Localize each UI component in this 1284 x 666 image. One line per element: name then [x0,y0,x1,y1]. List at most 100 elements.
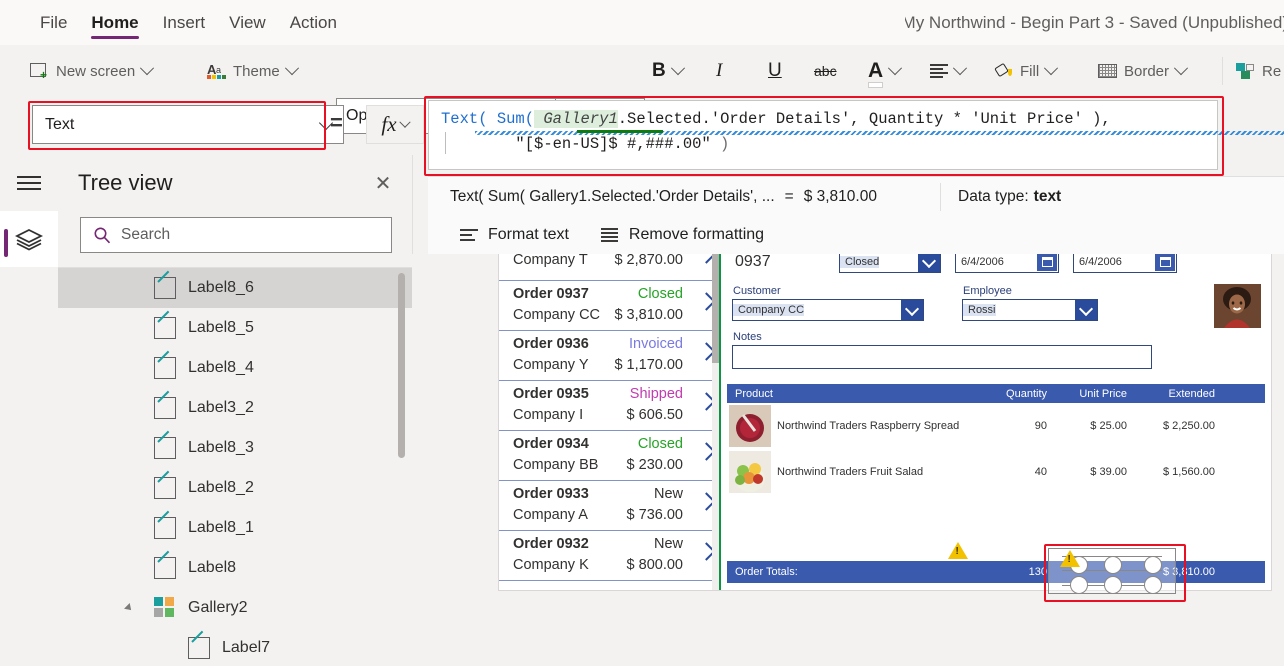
employee-dropdown[interactable]: Rossi [962,299,1098,321]
close-icon[interactable]: ✕ [368,168,398,198]
rail-item-tree-view[interactable] [0,211,58,267]
status-value: Closed [840,256,880,268]
app-title-wrap: My Northwind - Begin Part 3 - Saved (Unp… [905,0,1284,45]
ship-date-value: 6/4/2006 [1079,256,1122,268]
formula-result-right: Data type: text [958,177,1061,217]
fx-button[interactable]: fx [366,105,424,144]
gallery-amount: $ 800.00 [626,557,683,573]
gallery-company: Company T [513,254,588,268]
result-divider [940,183,941,211]
format-toolbar: Format text Remove formatting [428,216,1284,255]
strikethrough-button[interactable]: abc [814,45,837,97]
gallery-item-order-0938[interactable]: Order 0938Company T$ 2,870.00 [499,254,721,281]
gallery-scrollbar[interactable] [712,254,719,590]
label-icon [154,477,176,499]
formula-result-left: Text( Sum( Gallery1.Selected.'Order Deta… [450,177,877,217]
table-row[interactable]: Northwind Traders Raspberry Spread 90 $ 25… [727,403,1265,449]
menu-item-view[interactable]: View [229,0,266,45]
formula-caret [445,132,446,154]
property-select[interactable]: Text [32,105,344,144]
tree-item-label8_6[interactable]: Label8_6 [58,268,412,308]
customer-dropdown[interactable]: Company CC [732,299,924,321]
tree-item-label3_2[interactable]: Label3_2 [58,388,412,428]
formula-bar[interactable]: Text( Sum( Gallery1.Selected.'Order Deta… [428,100,1284,170]
expander-icon[interactable] [124,603,134,613]
chevron-down-icon [918,254,940,272]
resize-handle-bottom-left[interactable] [1070,576,1088,594]
tree-item-label8_4[interactable]: Label8_4 [58,348,412,388]
bold-button[interactable]: B [652,45,685,97]
formula-line1-rest: .Selected.'Order Details', Quantity * 'U… [617,110,1111,128]
reorder-button[interactable]: Re [1236,45,1281,97]
result-value: $ 3,810.00 [803,188,877,205]
menu-item-file[interactable]: File [40,0,67,45]
property-select-value: Text [45,115,75,133]
order-date-field[interactable]: 6/4/2006 [955,254,1059,273]
search-input[interactable]: Search [80,217,392,253]
order-date-value: 6/4/2006 [961,256,1004,268]
tree-item-label: Label8_1 [188,519,254,536]
resize-handle-top-right[interactable] [1144,556,1162,574]
totals-label: Order Totals: [735,566,798,578]
resize-handle-bottom-right[interactable] [1144,576,1162,594]
gallery-item-order-0934[interactable]: Order 0934 Company BB Closed $ 230.00 [499,431,721,481]
table-body: Northwind Traders Raspberry Spread 90 $ 25… [727,403,1265,495]
label-icon [154,317,176,339]
label-icon [154,437,176,459]
ribbon-divider [1222,57,1223,85]
menu-item-home[interactable]: Home [91,0,139,45]
theme-icon: A a [207,62,226,80]
gallery-item-order-0936[interactable]: Order 0936 Company Y Invoiced $ 1,170.00 [499,331,721,381]
theme-button[interactable]: A a Theme [207,45,299,97]
font-color-button[interactable]: A [868,45,903,97]
gallery-item-order-0935[interactable]: Order 0935 Company I Shipped $ 606.50 [499,381,721,431]
chevron-down-icon [670,61,685,76]
ship-date-field[interactable]: 6/4/2006 [1073,254,1177,273]
chevron-down-icon [398,116,411,128]
notes-input[interactable] [732,345,1152,369]
menu-item-action[interactable]: Action [290,0,337,45]
gallery-item-order-0937[interactable]: Order 0937 Company CC Closed $ 3,810.00 [499,281,721,331]
gallery-status: Closed [637,436,683,452]
new-screen-label: New screen [56,62,136,80]
tree-item-label8_5[interactable]: Label8_5 [58,308,412,348]
gallery-status: Closed [637,286,683,302]
format-text-button[interactable]: Format text [460,226,569,244]
menu-item-insert[interactable]: Insert [163,0,206,45]
label-icon [154,397,176,419]
gallery-amount: $ 230.00 [626,457,683,473]
new-screen-button[interactable]: + New screen [30,45,155,97]
label-icon [154,517,176,539]
remove-formatting-button[interactable]: Remove formatting [600,226,764,244]
table-row[interactable]: Northwind Traders Fruit Salad 40 $ 39.00 $ … [727,449,1265,495]
formula-line2-format: "[$-en-US]$ #,###.00" [441,135,721,153]
data-type-label: Data type: [958,188,1029,205]
column-quantity: Quantity [1006,388,1047,400]
gallery-item-order-0933[interactable]: Order 0933 Company A New $ 736.00 [499,481,721,531]
tree-item-label8_1[interactable]: Label8_1 [58,508,412,548]
underline-button[interactable]: U [768,45,782,97]
resize-handle-bottom-center[interactable] [1104,576,1122,594]
search-icon [94,227,111,244]
italic-button[interactable]: I [716,45,722,97]
tree-item-gallery2[interactable]: Gallery2 [58,588,412,628]
resize-handle-top-center[interactable] [1104,556,1122,574]
app-canvas: Order 0938Company T$ 2,870.00Order 0937C… [412,254,1284,666]
status-dropdown[interactable]: Closed [839,254,941,273]
tree-item-label8_3[interactable]: Label8_3 [58,428,412,468]
product-unit-price: $ 25.00 [1090,420,1127,432]
tree-item-label8[interactable]: Label8 [58,548,412,588]
align-button[interactable] [930,45,968,97]
tree-item-label: Gallery2 [188,599,248,616]
tree-item-label7[interactable]: Label7 [58,628,412,666]
tree-item-label8_2[interactable]: Label8_2 [58,468,412,508]
order-number: 0937 [735,254,771,270]
reorder-label: Re [1262,62,1282,80]
employee-label: Employee [963,285,1012,297]
menu-toggle-button[interactable] [0,155,58,211]
gallery-item-order-0932[interactable]: Order 0932 Company K New $ 800.00 [499,531,721,581]
tree-view-scrollbar[interactable] [398,273,405,458]
border-button[interactable]: Border [1098,45,1189,97]
hamburger-icon [17,176,41,190]
fill-button[interactable]: Fill [994,45,1059,97]
